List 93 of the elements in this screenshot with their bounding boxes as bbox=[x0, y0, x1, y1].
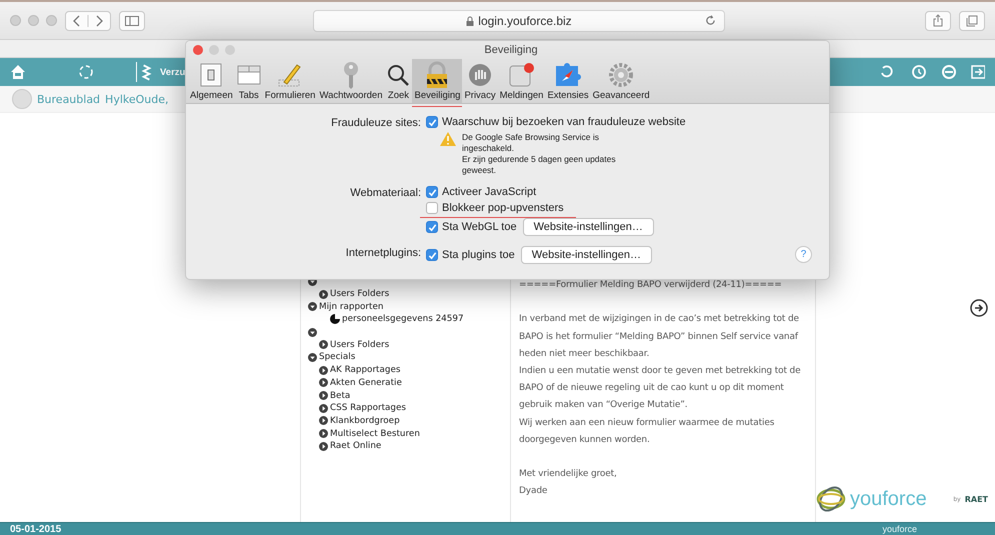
date-text: 05-01-2015 bbox=[10, 524, 62, 534]
tree-item[interactable]: Users Folders bbox=[330, 340, 390, 350]
setting-label: Webmateriaal: bbox=[349, 186, 421, 201]
tree-item[interactable]: Mijn rapporten bbox=[319, 302, 384, 312]
logout-icon[interactable] bbox=[971, 64, 985, 80]
website-settings-button[interactable]: Website-instellingen… bbox=[522, 218, 654, 236]
tree-item[interactable]: Beta bbox=[330, 390, 350, 401]
preferences-tab[interactable]: Geavanceerd bbox=[590, 59, 652, 103]
dialog-title: Beveiliging bbox=[484, 44, 538, 56]
preferences-tab[interactable]: Wachtwoorden bbox=[317, 59, 384, 103]
arrow-right-circle-icon[interactable] bbox=[970, 299, 988, 317]
website-settings-button[interactable]: Website-instellingen… bbox=[520, 246, 652, 264]
tree-item[interactable]: Specials bbox=[319, 352, 356, 362]
refresh-icon[interactable] bbox=[879, 64, 895, 80]
setting-label: Internetplugins: bbox=[344, 246, 421, 261]
back-forward-button[interactable] bbox=[65, 10, 111, 30]
tree-item[interactable]: Users Folders bbox=[330, 289, 390, 300]
checkbox[interactable] bbox=[426, 116, 438, 128]
close-button[interactable] bbox=[193, 45, 203, 55]
avatar bbox=[12, 89, 32, 109]
tree-item[interactable]: Multiselect Besturen bbox=[330, 428, 420, 439]
reload-icon[interactable] bbox=[705, 15, 716, 26]
puzzle-icon bbox=[555, 63, 582, 87]
key-icon bbox=[342, 61, 360, 89]
preferences-tab[interactable]: Privacy bbox=[462, 59, 498, 103]
gear-icon bbox=[608, 62, 634, 88]
checkbox-label: Sta plugins toe bbox=[442, 249, 515, 261]
footer-logo: youforce bbox=[882, 524, 917, 534]
search-icon bbox=[386, 63, 410, 87]
share-button[interactable] bbox=[925, 10, 951, 30]
message-closing: Dyade bbox=[519, 485, 548, 498]
preferences-tab[interactable]: Extensies bbox=[545, 59, 591, 103]
checkbox[interactable] bbox=[426, 221, 438, 233]
collapse-icon[interactable] bbox=[308, 302, 317, 312]
app-title: Verzu bbox=[160, 66, 186, 78]
brand-text: RAET bbox=[964, 494, 988, 504]
sidebar-icon bbox=[125, 16, 139, 26]
expand-icon[interactable] bbox=[319, 442, 328, 451]
tree-item[interactable]: Klankbordgroep bbox=[330, 416, 400, 426]
expand-icon[interactable] bbox=[319, 366, 328, 375]
address-field[interactable]: login.youforce.biz bbox=[313, 10, 725, 32]
preferences-tab[interactable]: Zoek bbox=[384, 59, 412, 103]
tabs-icon bbox=[236, 65, 261, 85]
tree-item[interactable]: Raet Online bbox=[330, 441, 382, 452]
checkbox[interactable] bbox=[426, 202, 438, 214]
expand-icon[interactable] bbox=[319, 391, 328, 400]
setting-label: Frauduleuze sites: bbox=[330, 116, 421, 131]
preferences-tab[interactable]: Algemeen bbox=[188, 59, 235, 103]
warning-text: De Google Safe Browsing Service is ingeschakeld. bbox=[462, 132, 600, 154]
pencil-icon bbox=[277, 62, 304, 88]
message-paragraph: Indien u een mutatie wenst door te geven met betrekking tot de BAPO of de nieuwe regeling uit de cao kunt u op dit moment gebruik maken van “Overige Mutatie”. bbox=[519, 365, 802, 412]
message-title: =====Formulier Melding BAPO verwijderd (24-11)===== bbox=[519, 279, 783, 292]
globe-logo-icon bbox=[816, 484, 846, 514]
checkbox[interactable] bbox=[426, 249, 438, 261]
notifications-icon bbox=[508, 62, 535, 88]
collapse-icon[interactable] bbox=[308, 352, 317, 362]
home-icon[interactable] bbox=[10, 64, 26, 80]
sidebar-button[interactable] bbox=[119, 10, 145, 30]
checkbox[interactable] bbox=[426, 186, 438, 198]
warning-text: Er zijn gedurende 5 dagen geen updates geweest. bbox=[462, 154, 617, 176]
expand-icon[interactable] bbox=[319, 340, 328, 350]
tabs-button[interactable] bbox=[959, 10, 985, 30]
preferences-tab[interactable]: Formulieren bbox=[262, 59, 318, 103]
checkbox-label: Sta WebGL toe bbox=[442, 221, 517, 233]
expand-icon[interactable] bbox=[319, 416, 328, 426]
pie-chart-icon bbox=[330, 314, 340, 324]
warning-icon bbox=[440, 132, 456, 146]
message-paragraph: Wij werken aan een nieuw formulier waarmee de mutaties doorgegeven kunnen worden. bbox=[519, 416, 776, 447]
message-closing: Met vriendelijke groet, bbox=[519, 468, 618, 482]
checkbox-label: Waarschuw bij bezoeken van frauduleuze website bbox=[442, 116, 686, 128]
tree-item[interactable]: AK Rapportages bbox=[330, 365, 400, 376]
history-icon[interactable] bbox=[911, 64, 927, 80]
checkbox-label: Activeer JavaScript bbox=[442, 186, 536, 198]
expand-icon[interactable] bbox=[319, 378, 328, 388]
expand-icon[interactable] bbox=[319, 404, 328, 413]
checkbox-label: Blokkeer pop-upvensters bbox=[442, 202, 564, 214]
preferences-tab[interactable]: Tabs bbox=[234, 59, 263, 103]
switch-icon bbox=[200, 63, 222, 87]
tree-item[interactable]: Akten Generatie bbox=[330, 378, 402, 388]
tabs-icon bbox=[966, 14, 978, 26]
expand-icon[interactable] bbox=[319, 290, 328, 299]
collapse-icon[interactable] bbox=[308, 328, 317, 337]
tree-item[interactable]: CSS Rapportages bbox=[330, 403, 406, 414]
expand-icon[interactable] bbox=[319, 429, 328, 438]
message-paragraph: In verband met de wijzigingen in de cao’s met betrekking tot de BAPO is het formulier “Melding BAPO” binnen Self service vanaf heden niet meer beschikbaar. bbox=[519, 313, 800, 361]
dashed-circle-icon[interactable] bbox=[78, 64, 94, 80]
share-icon bbox=[933, 14, 943, 27]
lock-icon bbox=[466, 16, 474, 26]
preferences-tab[interactable]: Meldingen bbox=[498, 59, 546, 103]
lock-icon bbox=[425, 61, 450, 89]
logo-text: youforce bbox=[850, 488, 927, 510]
chevrons-icon bbox=[71, 14, 105, 26]
tree-item[interactable]: personeelsgegevens 24597 bbox=[342, 314, 464, 324]
